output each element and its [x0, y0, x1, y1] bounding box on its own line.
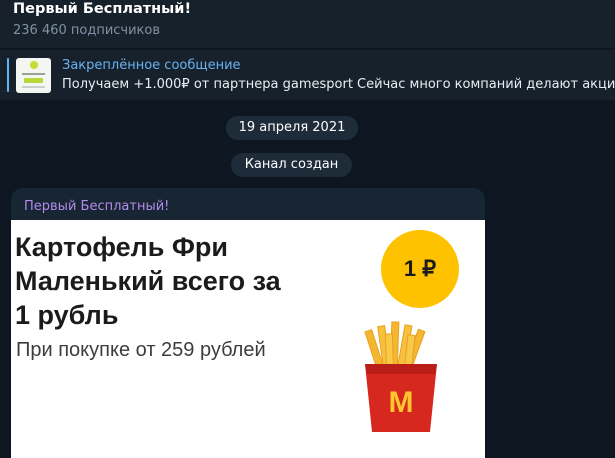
pinned-thumbnail: [16, 58, 51, 93]
pinned-indicator: [7, 58, 9, 92]
channel-post[interactable]: Первый Бесплатный! Картофель Фри Маленьк…: [11, 188, 485, 458]
fries-icon: M: [364, 321, 437, 432]
pinned-message-bar[interactable]: Закреплённое сообщение Получаем +1.000₽ …: [0, 50, 615, 100]
post-author[interactable]: Первый Бесплатный!: [24, 199, 169, 214]
svg-text:M: M: [389, 386, 414, 419]
date-separator: 19 апреля 2021: [226, 116, 358, 140]
channel-header[interactable]: Первый Бесплатный! 236 460 подписчиков: [0, 0, 615, 48]
post-image[interactable]: Картофель Фри Маленький всего за 1 рубль…: [11, 220, 485, 458]
pinned-label: Закреплённое сообщение: [62, 58, 241, 73]
promo-subline: При покупке от 259 рублей: [16, 339, 266, 361]
service-message: Канал создан: [231, 153, 352, 177]
price-badge: 1 ₽: [381, 230, 459, 308]
pinned-preview-text: Получаем +1.000₽ от партнера gamesport С…: [62, 77, 615, 92]
channel-title: Первый Бесплатный!: [13, 1, 192, 17]
subscriber-count: 236 460 подписчиков: [13, 23, 161, 38]
promo-headline: Картофель Фри Маленький всего за 1 рубль: [15, 232, 281, 330]
